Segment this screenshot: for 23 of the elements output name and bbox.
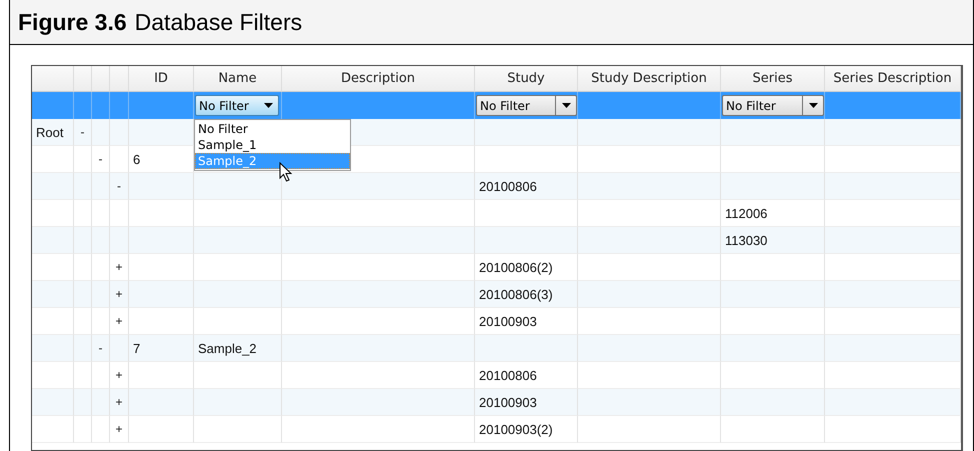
dropdown-option[interactable]: No Filter [195,121,350,137]
figure-label: Figure 3.6 [18,8,127,36]
caret-icon [808,103,818,108]
expand-toggle[interactable]: - [80,126,84,138]
table-cell [74,416,92,443]
expand-toggle[interactable]: - [98,342,102,354]
expand-toggle[interactable]: - [98,153,102,165]
filter-dropdown[interactable]: No Filter [476,95,577,116]
table-cell [32,416,74,443]
caret-icon [264,103,272,108]
filter-dropdown[interactable]: No Filter [195,95,279,116]
expand-toggle[interactable]: + [115,396,122,408]
dropdown-option[interactable]: Sample_1 [195,137,350,153]
expand-toggle[interactable]: + [115,288,122,300]
expand-toggle[interactable]: - [117,180,121,192]
expand-toggle[interactable]: + [115,261,122,273]
filter-dropdown[interactable]: No Filter [722,95,824,116]
table-cell: 20100903(2) [475,416,578,443]
figure-title: Database Filters [134,8,302,36]
expand-toggle[interactable]: + [115,423,122,435]
expand-toggle[interactable]: + [115,315,122,327]
expand-toggle[interactable]: + [115,369,122,381]
caret-icon [562,103,570,108]
